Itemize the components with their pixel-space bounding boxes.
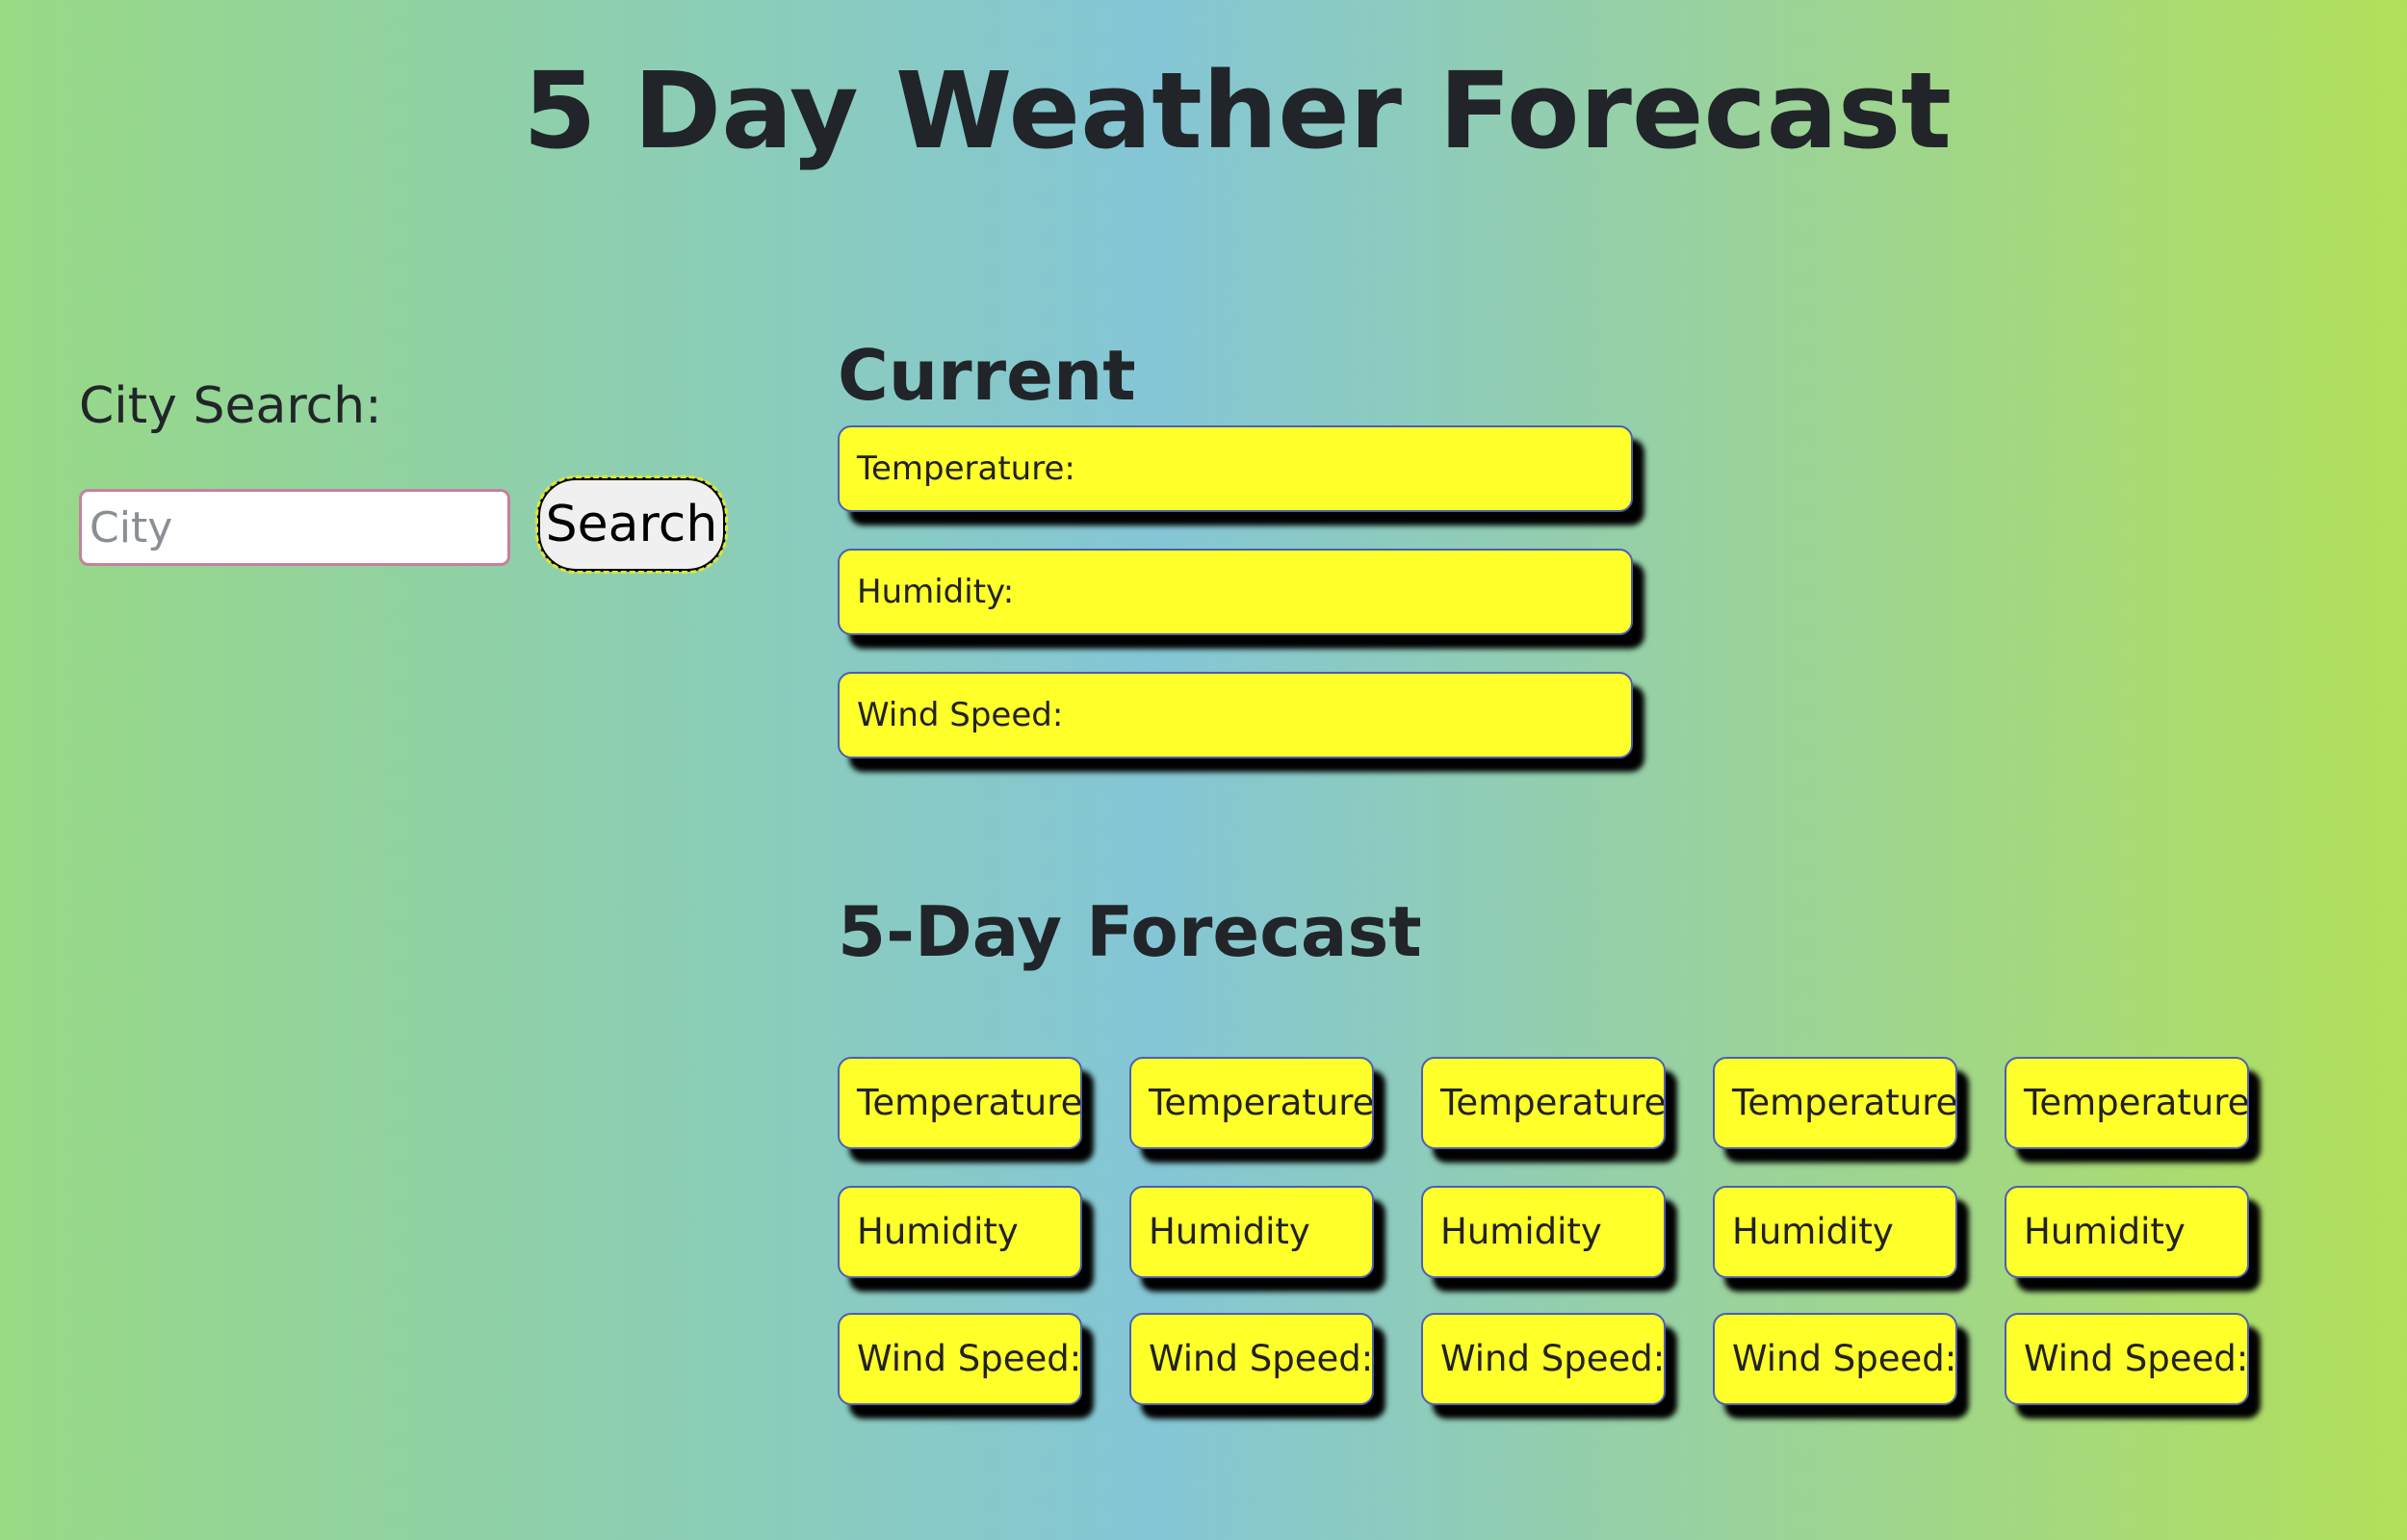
current-temperature-card: Temperature: [838,425,1633,512]
forecast-day-2-wind-speed: Wind Speed: [1129,1313,1374,1405]
forecast-day-2-temperature: Temperature: [1129,1057,1374,1149]
forecast-day-4-wind-speed: Wind Speed: [1713,1313,1957,1405]
forecast-day-3-temperature: Temperature: [1421,1057,1666,1149]
forecast-day-3-wind-speed: Wind Speed: [1421,1313,1666,1405]
city-input[interactable] [79,489,510,566]
forecast-day-1-temperature: Temperature: [838,1057,1082,1149]
search-button[interactable]: Search [535,475,728,574]
forecast-heading: 5-Day Forecast [838,891,1422,972]
page-title: 5 Day Weather Forecast [523,49,1952,172]
forecast-day-4-temperature: Temperature: [1713,1057,1957,1149]
forecast-day-5-temperature: Temperature: [2005,1057,2249,1149]
forecast-day-5-wind-speed: Wind Speed: [2005,1313,2249,1405]
forecast-day-3-humidity: Humidity [1421,1186,1666,1278]
current-heading: Current [838,335,1136,416]
city-search-label: City Search: [79,377,382,435]
forecast-day-4-humidity: Humidity [1713,1186,1957,1278]
current-humidity-card: Humidity: [838,549,1633,635]
forecast-day-1-wind-speed: Wind Speed: [838,1313,1082,1405]
forecast-day-1-humidity: Humidity [838,1186,1082,1278]
current-wind-speed-card: Wind Speed: [838,672,1633,758]
forecast-day-2-humidity: Humidity [1129,1186,1374,1278]
forecast-day-5-humidity: Humidity [2005,1186,2249,1278]
